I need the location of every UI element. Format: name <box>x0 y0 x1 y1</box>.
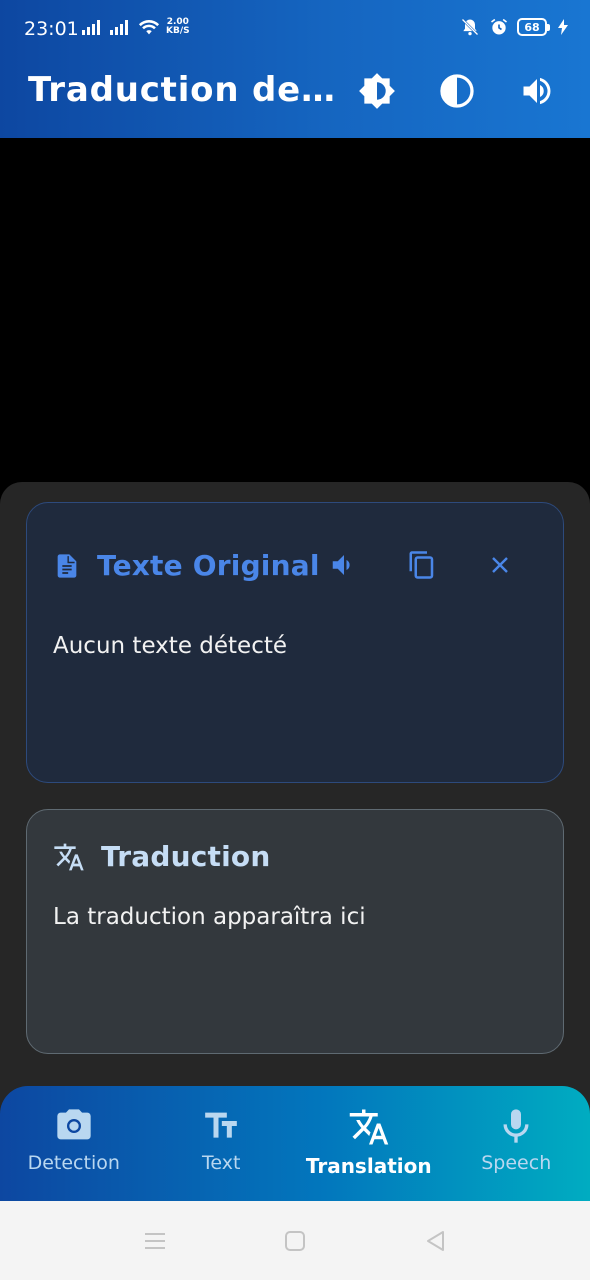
home-button[interactable] <box>280 1226 310 1256</box>
vibrate-mute-icon <box>461 18 479 36</box>
status-right-icons: 68 <box>459 17 568 37</box>
translate-icon <box>54 843 84 870</box>
app-bar-actions <box>358 72 556 110</box>
nav-label-detection: Detection <box>27 1152 120 1174</box>
nav-label-translation: Translation <box>305 1154 432 1178</box>
network-speed: 2.00 KB/S <box>166 17 190 36</box>
copy-original-button[interactable] <box>407 549 437 581</box>
microphone-icon <box>503 1109 529 1143</box>
clear-original-button[interactable] <box>485 549 515 581</box>
bottom-navigation: Detection Text Translation Speech <box>0 1086 590 1201</box>
back-triangle-icon <box>427 1230 444 1251</box>
wifi-icon <box>138 20 160 35</box>
nav-item-speech[interactable]: Speech <box>443 1086 590 1201</box>
system-navigation-bar <box>0 1201 590 1280</box>
translation-card-header: Traduction <box>53 840 270 873</box>
nav-item-detection[interactable]: Detection <box>0 1086 148 1201</box>
original-card-actions <box>329 549 515 581</box>
menu-icon <box>145 1232 165 1249</box>
signal-icon-2 <box>110 20 128 35</box>
translation-text-body: La traduction apparaîtra ici <box>53 904 366 930</box>
brightness-icon <box>359 73 395 109</box>
close-icon <box>492 557 508 573</box>
nav-label-text: Text <box>202 1152 241 1174</box>
camera-preview[interactable] <box>0 138 590 482</box>
translation-card-title: Traduction <box>101 840 271 873</box>
status-time: 23:01 <box>24 18 79 40</box>
contrast-icon <box>440 74 474 108</box>
home-square-icon <box>285 1230 305 1251</box>
original-text-card: Texte Original Aucun texte détecté <box>26 502 564 783</box>
recents-button[interactable] <box>140 1226 170 1256</box>
original-text-body: Aucun texte détecté <box>53 633 288 659</box>
copy-icon <box>409 551 434 579</box>
brightness-button[interactable] <box>358 72 396 110</box>
status-bar: 23:01 2.00 KB/S 68 <box>0 0 590 60</box>
original-card-title: Texte Original <box>97 549 320 582</box>
document-icon <box>57 553 77 578</box>
volume-button[interactable] <box>518 72 556 110</box>
volume-icon <box>523 77 551 105</box>
charging-icon <box>558 19 568 35</box>
translation-card: Traduction La traduction apparaîtra ici <box>26 809 564 1054</box>
translate-icon <box>349 1109 388 1145</box>
speak-original-button[interactable] <box>329 549 359 581</box>
original-card-header: Texte Original <box>53 549 320 582</box>
nav-item-translation[interactable]: Translation <box>295 1086 443 1201</box>
nav-label-speech: Speech <box>481 1152 552 1174</box>
volume-icon <box>332 555 350 575</box>
alarm-icon <box>491 18 507 35</box>
nav-item-text[interactable]: Text <box>148 1086 296 1201</box>
battery-indicator: 68 <box>517 18 550 36</box>
signal-icon <box>82 20 100 35</box>
text-fields-icon <box>205 1112 238 1138</box>
app-title: Traduction de… <box>28 70 336 110</box>
camera-icon <box>57 1109 91 1140</box>
status-left-icons: 2.00 KB/S <box>82 18 190 36</box>
results-sheet: Texte Original Aucun texte détecté Tradu… <box>0 482 590 1122</box>
back-button[interactable] <box>420 1226 450 1256</box>
app-bar: 23:01 2.00 KB/S 68 Traduction de… <box>0 0 590 138</box>
contrast-button[interactable] <box>438 72 476 110</box>
